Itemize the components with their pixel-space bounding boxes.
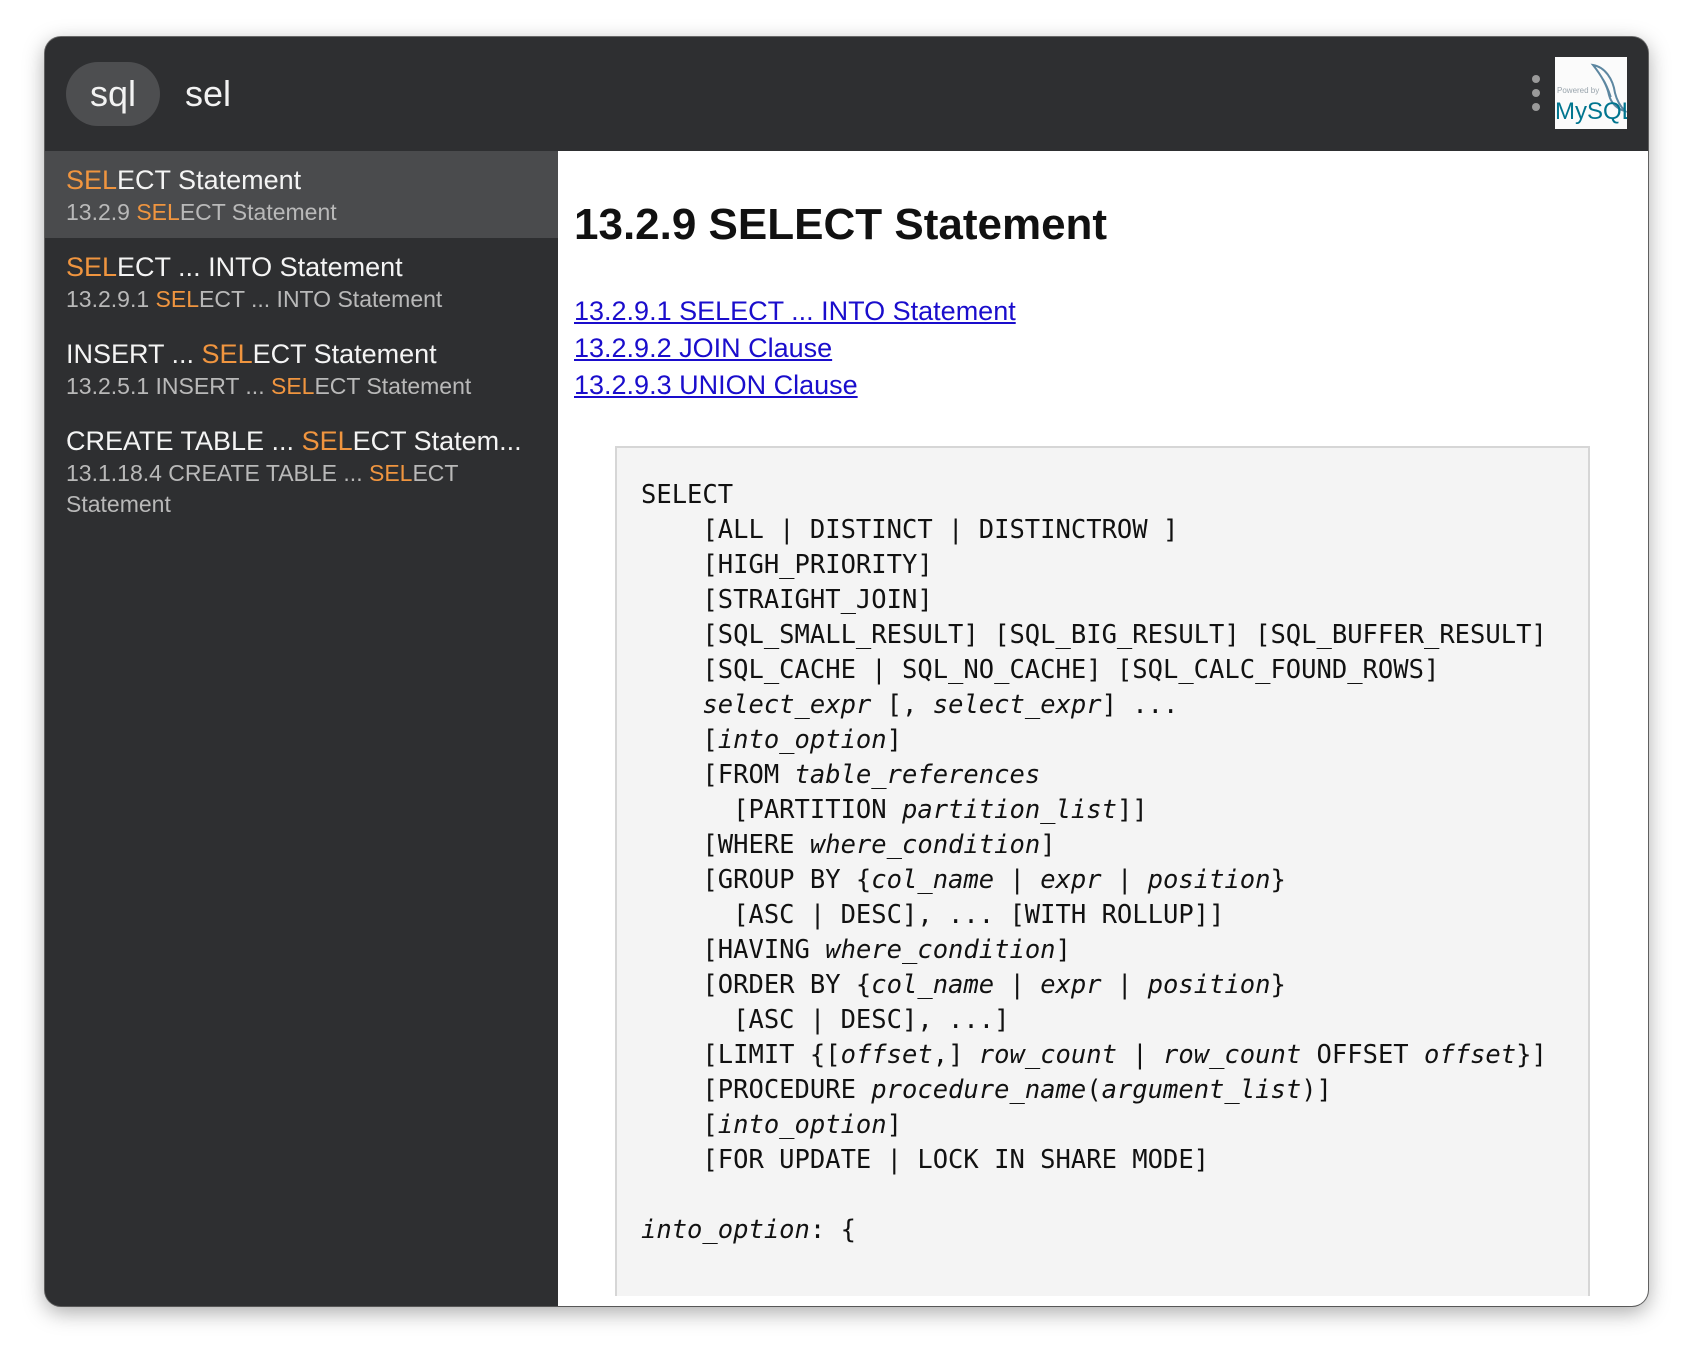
doc-content[interactable]: 13.2.9 SELECT Statement 13.2.9.1 SELECT … (558, 151, 1648, 1306)
mysql-docset-logo: Powered by MySQL (1555, 57, 1627, 129)
code-line: [LIMIT {[offset,] row_count | row_count … (641, 1040, 1547, 1070)
code-line: [HIGH_PRIORITY] (641, 550, 933, 580)
code-line: into_option: { (641, 1215, 856, 1245)
app-window: sql Powered by MySQL SELECT Statement 13… (45, 37, 1648, 1306)
code-line: [SQL_SMALL_RESULT] [SQL_BIG_RESULT] [SQL… (641, 620, 1547, 650)
result-title: SELECT ... INTO Statement (66, 252, 403, 282)
code-line: SELECT (641, 480, 734, 510)
result-item-select-statement[interactable]: SELECT Statement 13.2.9 SELECT Statement (45, 151, 558, 238)
svg-text:MySQL: MySQL (1555, 98, 1627, 125)
search-input[interactable] (185, 62, 1185, 126)
code-line: [ALL | DISTINCT | DISTINCTROW ] (641, 515, 1179, 545)
search-bar: sql Powered by MySQL (45, 37, 1648, 151)
code-line: [PARTITION partition_list]] (641, 795, 1148, 825)
docset-keyword-chip[interactable]: sql (66, 62, 161, 126)
code-line: [ORDER BY {col_name | expr | position} (641, 970, 1286, 1000)
result-item-insert-select[interactable]: INSERT ... SELECT Statement 13.2.5.1 INS… (45, 325, 558, 412)
code-line: [FROM table_references (641, 760, 1041, 790)
toc-link-select-into[interactable]: 13.2.9.1 SELECT ... INTO Statement (574, 293, 1648, 330)
code-line: [GROUP BY {col_name | expr | position} (641, 865, 1286, 895)
toc-link-union-clause[interactable]: 13.2.9.3 UNION Clause (574, 367, 1648, 404)
results-sidebar: SELECT Statement 13.2.9 SELECT Statement… (45, 151, 558, 1306)
code-line: [ASC | DESC], ...] (641, 1005, 1010, 1035)
result-title: CREATE TABLE ... SELECT Statem... (66, 426, 522, 456)
result-title: INSERT ... SELECT Statement (66, 339, 437, 369)
result-path: 13.1.18.4 CREATE TABLE ... SELECT Stateme… (66, 460, 459, 517)
page-title: 13.2.9 SELECT Statement (574, 200, 1108, 249)
svg-text:Powered by: Powered by (1557, 86, 1599, 95)
section-toc: 13.2.9.1 SELECT ... INTO Statement 13.2.… (574, 293, 1648, 404)
code-line: [into_option] (641, 1110, 903, 1140)
syntax-code-block: SELECT [ALL | DISTINCT | DISTINCTROW ] [… (615, 446, 1590, 1296)
code-line: select_expr [, select_expr] ... (702, 690, 1179, 720)
code-line: [PROCEDURE procedure_name(argument_list)… (641, 1075, 1332, 1105)
result-title: SELECT Statement (66, 165, 302, 195)
code-line: [SQL_CACHE | SQL_NO_CACHE] [SQL_CALC_FOU… (641, 655, 1440, 685)
code-line: [STRAIGHT_JOIN] (641, 585, 933, 615)
result-path: 13.2.5.1 INSERT ... SELECT Statement (66, 373, 472, 399)
more-options-icon[interactable] (1529, 71, 1543, 117)
toc-link-join-clause[interactable]: 13.2.9.2 JOIN Clause (574, 330, 1648, 367)
result-item-create-table-select[interactable]: CREATE TABLE ... SELECT Statem... 13.1.1… (45, 412, 558, 530)
result-path: 13.2.9.1 SELECT ... INTO Statement (66, 286, 443, 312)
code-line: [into_option] (641, 725, 903, 755)
result-path: 13.2.9 SELECT Statement (66, 199, 337, 225)
code-line: [ASC | DESC], ... [WITH ROLLUP]] (641, 900, 1225, 930)
code-line: [WHERE where_condition] (641, 830, 1056, 860)
code-line: [HAVING where_condition] (641, 935, 1071, 965)
result-item-select-into[interactable]: SELECT ... INTO Statement 13.2.9.1 SELEC… (45, 238, 558, 325)
code-line: [FOR UPDATE | LOCK IN SHARE MODE] (641, 1145, 1210, 1175)
